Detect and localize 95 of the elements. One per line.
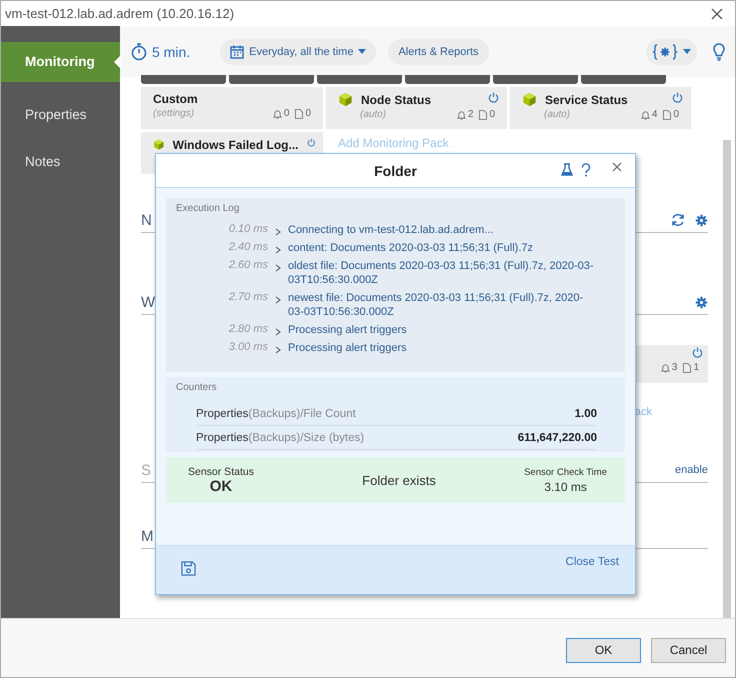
lightbulb-icon[interactable]	[713, 42, 725, 60]
status-label: Sensor Status	[188, 466, 254, 478]
chevron-icon	[275, 246, 281, 254]
section-heading: N	[141, 212, 152, 228]
pack-name: Windows Failed Log...	[172, 138, 298, 152]
status-message: Folder exists	[362, 472, 436, 488]
log-message: oldest file: Documents 2020-03-03 11;56;31 (Full).7z, 2020-03-03T10:56:30.000Z	[288, 259, 595, 287]
log-message: newest file: Documents 2020-03-03 11;56;31 (Full).7z, 2020-03-03T10:56:30.000Z	[288, 291, 584, 319]
chevron-icon	[275, 328, 281, 336]
bell-icon	[660, 362, 670, 372]
close-test-link[interactable]: Close Test	[566, 556, 619, 568]
counter-value: 1.00	[574, 408, 597, 420]
bell-icon	[640, 110, 650, 120]
cube-icon	[153, 137, 165, 152]
calendar-icon	[230, 44, 244, 58]
document-icon	[683, 362, 692, 372]
log-message: Connecting to vm-test-012.lab.ad.adrem...	[288, 223, 494, 237]
log-time: 2.40 ms	[228, 241, 268, 255]
settings-icon[interactable]	[695, 214, 708, 226]
check-time-value: 3.10 ms	[544, 480, 587, 494]
log-time: 3.00 ms	[228, 341, 268, 355]
stopwatch-icon	[131, 42, 147, 60]
chevron-icon	[275, 264, 281, 272]
file-count: 1	[693, 362, 699, 373]
file-count: 0	[489, 109, 495, 120]
counter-label: Properties(Backups)/Size (bytes)	[196, 432, 364, 444]
log-message: Processing alert triggers	[288, 323, 408, 337]
check-time-label: Sensor Check Time	[524, 466, 607, 478]
window-title: vm-test-012.lab.ad.adrem (10.20.16.12)	[5, 6, 234, 21]
close-icon[interactable]	[711, 8, 723, 20]
interval-text: 5 min.	[152, 44, 190, 60]
pack-card[interactable]: Custom (settings) 0 0	[141, 87, 323, 129]
sidebar-item[interactable]: Monitoring	[1, 42, 120, 82]
alert-count: 0	[284, 108, 290, 119]
caret-icon	[358, 49, 366, 54]
braces-gear-icon	[652, 44, 678, 60]
bell-icon	[456, 110, 466, 120]
pack-subtitle: (settings)	[153, 108, 194, 119]
pack-card[interactable]: Node Status (auto) 2 0	[326, 87, 507, 129]
log-time: 2.60 ms	[228, 259, 268, 273]
refresh-icon[interactable]	[671, 213, 685, 227]
cube-icon	[522, 92, 537, 107]
log-time: 0.10 ms	[228, 223, 268, 237]
section-heading: W	[141, 294, 156, 310]
document-icon	[663, 110, 672, 120]
counter-label: Properties(Backups)/File Count	[196, 408, 356, 420]
power-icon[interactable]	[306, 137, 315, 148]
pack-subtitle: (auto)	[544, 109, 570, 120]
counter-value: 611,647,220.00	[518, 432, 597, 444]
file-count: 0	[305, 108, 311, 119]
alert-count: 3	[672, 362, 678, 373]
pack-name: Custom	[153, 92, 198, 106]
file-count: 0	[673, 109, 679, 120]
alert-count: 2	[468, 109, 474, 120]
cube-icon	[338, 92, 353, 107]
close-icon[interactable]	[612, 162, 622, 172]
variables-button[interactable]	[646, 38, 697, 64]
cancel-button[interactable]: Cancel	[651, 638, 726, 662]
bell-icon	[272, 108, 282, 118]
help-icon[interactable]	[581, 163, 591, 177]
settings-icon[interactable]	[695, 296, 708, 308]
log-message: content: Documents 2020-03-03 11;56;31 (Full).7z	[288, 241, 534, 255]
log-time: 2.70 ms	[228, 291, 268, 305]
document-icon	[295, 108, 304, 118]
sidebar-item[interactable]: Properties	[1, 95, 120, 135]
flask-icon[interactable]	[561, 163, 573, 176]
log-message: Processing alert triggers	[288, 341, 408, 355]
pack-card[interactable]: 3 1	[634, 345, 708, 383]
pack-name: Node Status	[361, 92, 432, 106]
scrollbar[interactable]	[723, 140, 731, 618]
status-value: OK	[210, 478, 232, 494]
chevron-icon	[275, 228, 281, 236]
section-heading: M	[141, 528, 154, 544]
ok-button[interactable]: OK	[566, 638, 641, 662]
dialog-title: Folder	[374, 162, 417, 178]
panel-title: Counters	[176, 382, 218, 393]
section-heading: S	[141, 462, 152, 478]
enable-link[interactable]: enable	[674, 464, 708, 476]
chevron-icon	[275, 346, 281, 354]
chevron-icon	[275, 296, 281, 304]
pack-subtitle: (auto)	[360, 109, 386, 120]
sidebar-item[interactable]: Notes	[1, 142, 120, 182]
power-icon[interactable]	[692, 347, 703, 358]
pack-name: Service Status	[545, 92, 628, 106]
schedule-dropdown[interactable]: Everyday, all the time	[220, 38, 376, 64]
alert-count: 4	[652, 109, 658, 120]
power-icon[interactable]	[488, 92, 499, 103]
panel-title: Execution Log	[176, 203, 240, 214]
caret-icon	[683, 49, 691, 54]
pack-card[interactable]: Service Status (auto) 4 0	[510, 87, 691, 129]
save-icon[interactable]	[181, 561, 196, 576]
alerts-reports-button[interactable]: Alerts & Reports	[388, 38, 489, 64]
log-time: 2.80 ms	[228, 323, 268, 337]
document-icon	[479, 110, 488, 120]
power-icon[interactable]	[672, 92, 683, 103]
